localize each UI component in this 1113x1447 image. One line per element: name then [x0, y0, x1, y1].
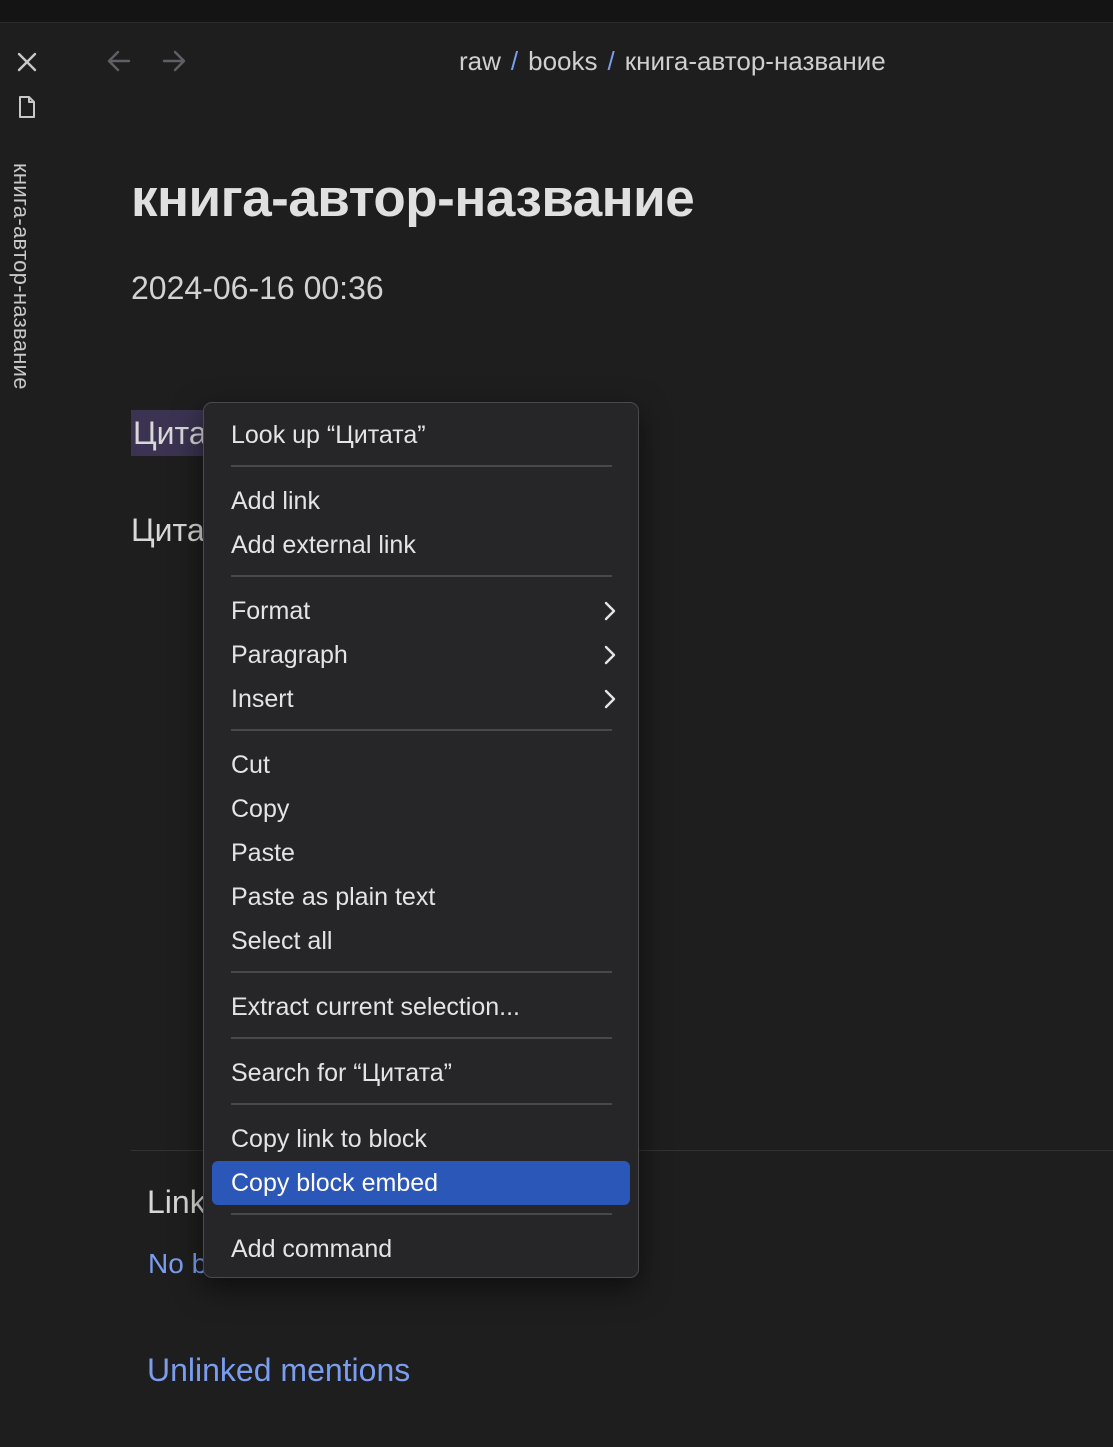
window-top-bar: [0, 0, 1113, 23]
close-icon[interactable]: [16, 51, 38, 73]
menu-item-label: Add link: [231, 487, 320, 515]
menu-item-add-link[interactable]: Add link: [212, 479, 630, 523]
menu-item-label: Look up “Цитата”: [231, 421, 426, 449]
menu-item-add-external-link[interactable]: Add external link: [212, 523, 630, 567]
breadcrumb-separator: /: [607, 46, 615, 76]
unlinked-mentions-link[interactable]: Unlinked mentions: [147, 1352, 410, 1389]
breadcrumb-item-books[interactable]: books: [528, 46, 597, 76]
menu-item-look-up[interactable]: Look up “Цитата”: [212, 413, 630, 457]
menu-item-extract-selection[interactable]: Extract current selection...: [212, 985, 630, 1029]
sidebar-tab-label[interactable]: книга-автор-название: [8, 163, 34, 390]
menu-item-label: Cut: [231, 751, 270, 779]
menu-separator: [231, 1037, 612, 1039]
menu-item-label: Copy block embed: [231, 1169, 439, 1197]
menu-item-label: Add external link: [231, 531, 416, 559]
breadcrumb-item-note[interactable]: книга-автор-название: [625, 46, 886, 76]
sidebar-strip: книга-автор-название: [0, 23, 54, 1447]
menu-item-copy-link-to-block[interactable]: Copy link to block: [212, 1117, 630, 1161]
breadcrumb: raw / books / книга-автор-название: [459, 46, 886, 77]
menu-item-paste-plain-text[interactable]: Paste as plain text: [212, 875, 630, 919]
linked-mentions-heading[interactable]: Link: [147, 1184, 206, 1221]
text-line[interactable]: Цита: [131, 510, 205, 550]
chevron-right-icon: [604, 645, 616, 665]
menu-item-label: Copy: [231, 795, 290, 823]
selected-text-line[interactable]: Цита: [131, 410, 209, 456]
menu-item-copy-block-embed[interactable]: Copy block embed: [212, 1161, 630, 1205]
no-backlinks-text: No b: [148, 1248, 208, 1279]
menu-item-label: Paste as plain text: [231, 883, 436, 911]
arrow-right-icon[interactable]: [161, 48, 187, 74]
menu-separator: [231, 971, 612, 973]
menu-item-search-for[interactable]: Search for “Цитата”: [212, 1051, 630, 1095]
note-date[interactable]: 2024-06-16 00:36: [131, 270, 384, 307]
menu-item-add-command[interactable]: Add command: [212, 1227, 630, 1271]
menu-item-label: Select all: [231, 927, 333, 955]
note-title[interactable]: книга-автор-название: [131, 168, 695, 229]
menu-item-label: Insert: [231, 685, 294, 713]
breadcrumb-separator: /: [510, 46, 519, 76]
menu-item-select-all[interactable]: Select all: [212, 919, 630, 963]
chevron-right-icon: [604, 689, 616, 709]
menu-item-label: Paste: [231, 839, 295, 867]
menu-item-label: Add command: [231, 1235, 393, 1263]
menu-item-label: Extract current selection...: [231, 993, 521, 1021]
menu-separator: [231, 729, 612, 731]
menu-item-insert[interactable]: Insert: [212, 677, 630, 721]
menu-item-cut[interactable]: Cut: [212, 743, 630, 787]
chevron-right-icon: [604, 601, 616, 621]
menu-item-label: Format: [231, 597, 311, 625]
menu-separator: [231, 1103, 612, 1105]
menu-separator: [231, 465, 612, 467]
context-menu: Look up “Цитата” Add link Add external l…: [203, 402, 639, 1278]
menu-item-copy[interactable]: Copy: [212, 787, 630, 831]
menu-item-paragraph[interactable]: Paragraph: [212, 633, 630, 677]
menu-item-label: Copy link to block: [231, 1125, 427, 1153]
arrow-left-icon[interactable]: [106, 48, 132, 74]
breadcrumb-item-raw[interactable]: raw: [459, 46, 501, 76]
menu-item-paste[interactable]: Paste: [212, 831, 630, 875]
file-icon[interactable]: [17, 95, 37, 119]
menu-item-format[interactable]: Format: [212, 589, 630, 633]
menu-item-label: Search for “Цитата”: [231, 1059, 452, 1087]
menu-separator: [231, 1213, 612, 1215]
menu-item-label: Paragraph: [231, 641, 348, 669]
menu-separator: [231, 575, 612, 577]
